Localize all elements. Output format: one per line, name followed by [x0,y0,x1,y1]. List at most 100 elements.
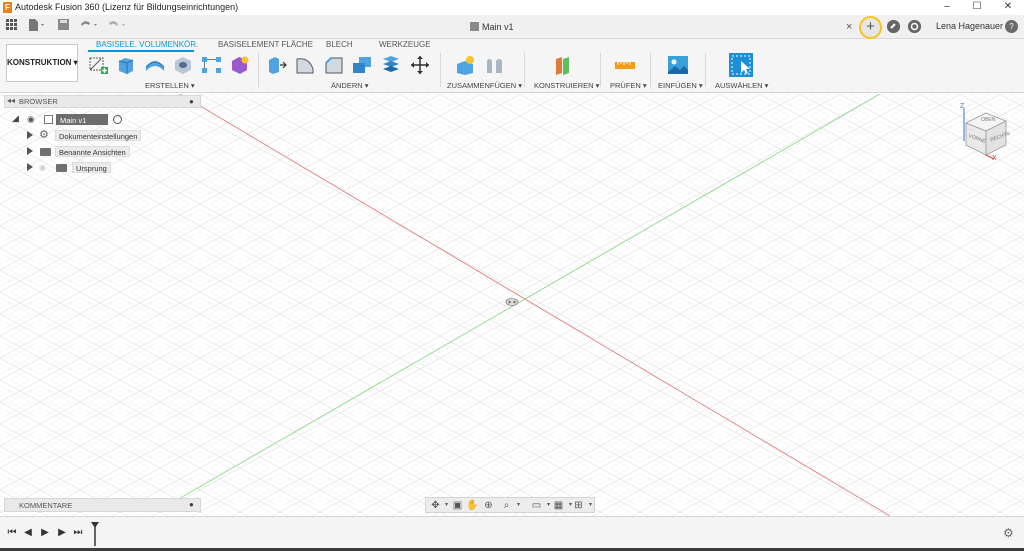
tab-sheet-metal[interactable]: BLECH [326,40,353,49]
new-component-icon[interactable] [455,55,475,75]
browser-title: BROWSER [19,97,58,106]
tree-item-label[interactable]: Dokumenteinstellungen [55,130,142,141]
timeline-settings-gear-icon[interactable]: ⚙ [1003,526,1014,540]
toolbar-ribbon: KONSTRUKTION ▾ BASISELE. VOLUMENKÖR. BAS… [0,39,1024,93]
comments-panel[interactable]: KOMMENTARE ● [4,498,201,512]
go-to-end-icon[interactable]: ⏭ [72,527,84,539]
tree-item-label[interactable]: Ursprung [72,162,111,173]
close-tab-icon[interactable]: × [846,19,852,35]
viewcube-z-axis-label: Z [960,103,965,110]
inspect-group-label[interactable]: PRÜFEN ▾ [610,81,647,90]
tree-row-origin[interactable]: ◉ Ursprung [24,161,214,175]
application-bar: Main v1 × + Lena Hagenauer ? [0,15,1024,39]
extensions-icon[interactable] [887,20,900,33]
maximize-button[interactable]: ☐ [962,0,992,15]
insert-image-icon[interactable] [667,55,688,75]
folder-icon [40,148,51,156]
fillet-icon[interactable] [294,55,314,75]
folder-icon [56,164,67,172]
create-sketch-icon[interactable] [88,55,108,75]
extrude-icon[interactable] [116,55,136,75]
timeline-bar: ⏮ ◀ ▶ ▶ ⏭ ⚙ [0,516,1024,551]
redo-icon[interactable] [106,19,128,35]
group-divider [440,53,441,87]
document-tab[interactable]: Main v1 [470,19,514,35]
step-forward-icon[interactable]: ▶ [56,527,68,539]
zoom-dropdown-icon[interactable]: ▾ [512,499,525,512]
pattern-icon[interactable] [201,55,221,75]
tab-surface[interactable]: BASISELEMENT FLÄCHE [218,40,313,49]
modify-group-label[interactable]: ÄNDERN ▾ [331,81,369,90]
hidden-eye-icon[interactable]: ◉ [39,163,46,172]
expand-triangle-icon[interactable] [27,163,33,171]
zoom-icon[interactable]: ⊕ [482,499,495,512]
gear-icon: ⚙ [39,129,49,141]
save-icon[interactable] [57,19,69,35]
chamfer-icon[interactable] [323,55,343,75]
step-back-icon[interactable]: ◀ [22,527,34,539]
viewcube-x-axis-label: X [992,155,997,162]
revolve-icon[interactable] [144,55,165,75]
window-title: Autodesk Fusion 360 (Lizenz für Bildungs… [15,2,239,12]
tree-row-document-settings[interactable]: ⚙ Dokumenteinstellungen [24,129,214,143]
tab-tools[interactable]: WERKZEUGE [379,40,431,49]
minimize-button[interactable]: – [932,0,962,15]
close-window-button[interactable]: ✕ [993,0,1023,15]
comments-title: KOMMENTARE [19,501,73,510]
look-at-icon[interactable]: ▣ [451,499,464,512]
job-status-icon[interactable] [908,20,921,33]
collapse-triangle-icon[interactable]: ◢ [12,113,19,124]
undo-icon[interactable] [78,19,100,35]
joint-icon[interactable] [484,55,504,75]
new-tab-button[interactable]: + [859,16,882,39]
tree-row-named-views[interactable]: Benannte Ansichten [24,145,214,159]
browser-panel-header[interactable]: ◂◂ BROWSER ● [4,95,201,108]
root-component-label[interactable]: Main v1 [56,114,108,125]
comments-settings-icon[interactable]: ● [189,500,194,509]
visibility-eye-icon[interactable]: ◉ [27,114,35,125]
measure-icon[interactable] [614,55,635,75]
expand-triangle-icon[interactable] [27,147,33,155]
tree-item-label[interactable]: Benannte Ansichten [55,146,130,157]
user-account-menu[interactable]: Lena Hagenauer [936,21,1003,31]
timeline-marker-icon[interactable] [90,522,100,546]
browser-settings-icon[interactable]: ● [189,97,194,106]
help-icon[interactable]: ? [1005,20,1018,33]
workspace-switcher[interactable]: KONSTRUKTION ▾ [6,44,78,82]
press-pull-icon[interactable] [266,55,287,75]
tree-root-row[interactable]: ◢ ◉ Main v1 [12,113,212,127]
expand-triangle-icon[interactable] [27,131,33,139]
select-icon[interactable] [729,53,753,77]
group-divider [705,53,706,87]
group-divider [650,53,651,87]
create-form-icon[interactable] [229,55,249,75]
document-tab-label: Main v1 [482,22,514,32]
collapse-browser-icon[interactable]: ◂◂ [7,96,15,105]
combine-icon[interactable] [380,55,400,75]
activate-component-icon[interactable] [113,115,122,124]
offset-plane-icon[interactable] [553,55,573,75]
viewports-dropdown-icon[interactable]: ▾ [584,499,597,512]
shell-icon[interactable] [351,55,371,75]
construct-group-label[interactable]: KONSTRUIEREN ▾ [534,81,599,90]
move-copy-icon[interactable] [409,55,429,75]
document-icon [44,115,53,124]
go-to-start-icon[interactable]: ⏮ [6,527,18,539]
group-divider [258,53,259,87]
group-divider [600,53,601,87]
create-group-label[interactable]: ERSTELLEN ▾ [145,81,195,90]
pan-hand-icon[interactable]: ✋ [466,499,479,512]
window-titlebar: F Autodesk Fusion 360 (Lizenz für Bildun… [0,0,1024,15]
select-group-label[interactable]: AUSWÄHLEN ▾ [715,81,768,90]
origin-marker-icon [505,298,519,306]
data-panel-grid-icon[interactable] [5,19,17,35]
assemble-group-label[interactable]: ZUSAMMENFÜGEN ▾ [447,81,522,90]
insert-group-label[interactable]: EINFÜGEN ▾ [658,81,703,90]
file-menu-icon[interactable] [27,19,47,35]
viewcube[interactable]: OBEN VORNE RECHTS Z X [956,103,1016,163]
play-icon[interactable]: ▶ [39,527,51,539]
group-divider [524,53,525,87]
hole-icon[interactable] [173,55,193,75]
tab-solid[interactable]: BASISELE. VOLUMENKÖR. [96,40,198,49]
viewcube-top-label: OBEN [981,117,996,123]
